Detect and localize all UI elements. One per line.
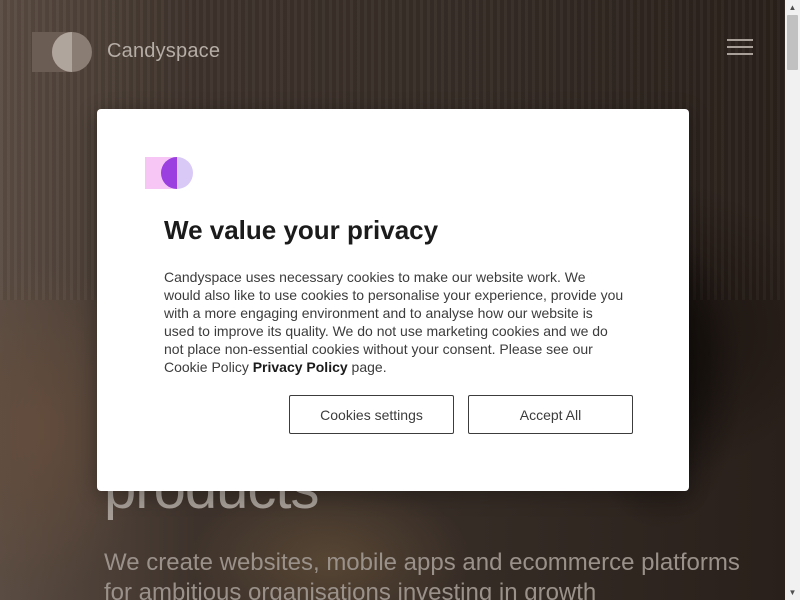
logo-circle bbox=[161, 157, 193, 189]
hero-subheading: We create websites, mobile apps and ecom… bbox=[104, 549, 740, 600]
hamburger-menu-icon[interactable] bbox=[727, 38, 753, 56]
body-text: Candyspace uses necessary cookies to mak… bbox=[164, 269, 624, 375]
accept-all-button[interactable]: Accept All bbox=[468, 395, 633, 434]
dialog-title: We value your privacy bbox=[164, 215, 439, 245]
site-header: Candyspace bbox=[0, 0, 785, 100]
body-suffix: page. bbox=[347, 359, 387, 375]
scrollbar-thumb[interactable] bbox=[787, 15, 798, 70]
candyspace-logo-icon bbox=[145, 157, 193, 189]
dialog-body-text: Candyspace uses necessary cookies to mak… bbox=[164, 268, 624, 376]
cookies-settings-button[interactable]: Cookies settings bbox=[289, 395, 454, 434]
cookie-consent-dialog: We value your privacy Candyspace uses ne… bbox=[97, 109, 689, 491]
vertical-scrollbar[interactable]: ▲ ▼ bbox=[785, 0, 800, 600]
candyspace-logo-icon[interactable] bbox=[32, 32, 92, 72]
scroll-up-arrow-icon[interactable]: ▲ bbox=[785, 0, 800, 15]
scroll-down-arrow-icon[interactable]: ▼ bbox=[785, 585, 800, 600]
privacy-policy-link[interactable]: Privacy Policy bbox=[253, 359, 348, 375]
brand-name[interactable]: Candyspace bbox=[107, 40, 220, 63]
logo-half bbox=[161, 157, 177, 189]
